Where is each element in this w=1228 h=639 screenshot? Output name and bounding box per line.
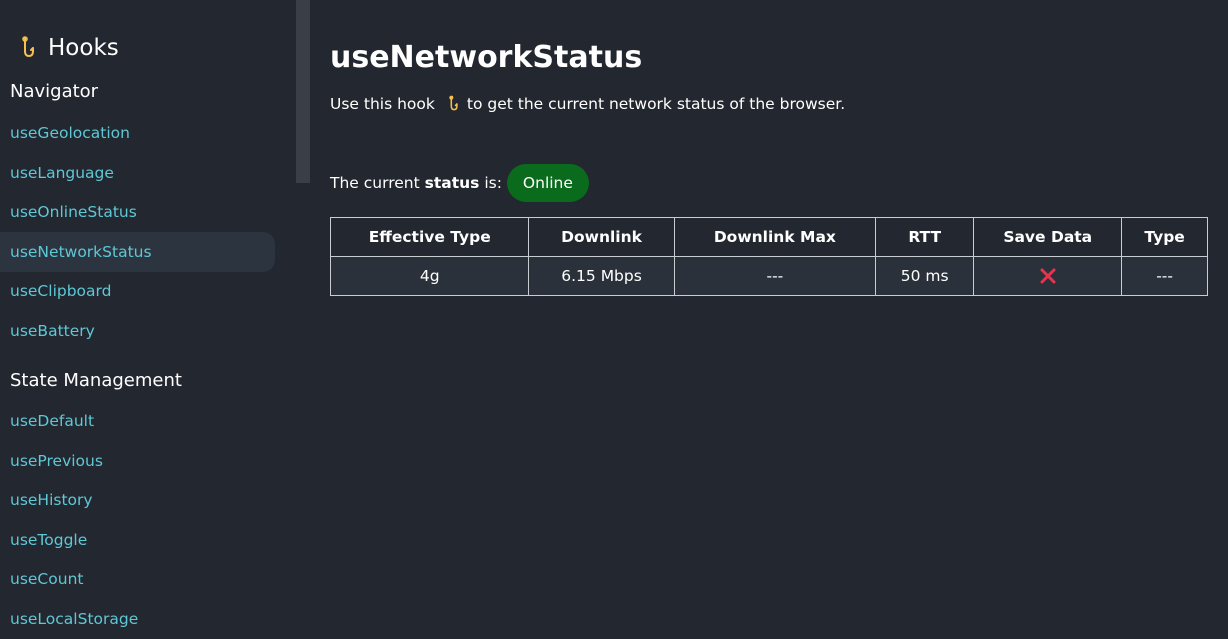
sidebar-item-usebattery[interactable]: useBattery: [0, 311, 275, 351]
cell-rtt: 50 ms: [875, 256, 975, 296]
table-row: 4g 6.15 Mbps --- 50 ms ---: [329, 256, 1208, 296]
status-line: The current status is: Online: [330, 164, 589, 202]
brand[interactable]: Hooks: [16, 33, 119, 63]
sidebar-item-useonlinestatus[interactable]: useOnlineStatus: [0, 192, 275, 232]
status-prefix: The current: [330, 174, 420, 192]
column-header-downlink-max: Downlink Max: [673, 217, 877, 257]
status-bold: status: [424, 174, 480, 192]
page-title: useNetworkStatus: [330, 40, 643, 75]
sidebar-item-usenetworkstatus[interactable]: useNetworkStatus: [0, 232, 275, 272]
column-header-rtt: RTT: [875, 217, 975, 257]
brand-title: Hooks: [48, 35, 119, 61]
description-prefix: Use this hook: [330, 95, 435, 113]
sidebar-item-uselanguage[interactable]: useLanguage: [0, 153, 275, 193]
table-header-row: Effective Type Downlink Downlink Max RTT…: [329, 217, 1208, 257]
network-status-table: Effective Type Downlink Downlink Max RTT…: [329, 217, 1208, 296]
status-suffix: is:: [484, 174, 502, 192]
column-header-effective-type: Effective Type: [329, 217, 530, 257]
sidebar-item-usedefault[interactable]: useDefault: [0, 401, 275, 441]
column-header-save-data: Save Data: [973, 217, 1123, 257]
sidebar: Hooks Navigator useGeolocation useLangua…: [0, 0, 296, 636]
page-description: Use this hook to get the current network…: [330, 95, 845, 113]
sidebar-item-usetoggle[interactable]: useToggle: [0, 520, 275, 560]
sidebar-scrollbar-thumb[interactable]: [296, 0, 310, 183]
status-badge: Online: [506, 164, 589, 202]
description-suffix: to get the current network status of the…: [466, 95, 846, 113]
sidebar-item-usegeolocation[interactable]: useGeolocation: [0, 113, 275, 153]
cell-effective-type: 4g: [329, 256, 530, 296]
section-heading-navigator: Navigator: [10, 81, 99, 102]
sidebar-item-useprevious[interactable]: usePrevious: [0, 441, 275, 481]
sidebar-item-useclipboard[interactable]: useClipboard: [0, 271, 275, 311]
hook-icon: [22, 36, 34, 58]
section-heading-state-management: State Management: [10, 370, 182, 391]
cell-downlink-max: ---: [673, 256, 877, 296]
sidebar-item-usecount[interactable]: useCount: [0, 559, 275, 599]
cell-type: ---: [1121, 256, 1208, 296]
cell-save-data: [973, 256, 1123, 296]
hook-icon: [449, 95, 458, 111]
cross-icon: [1040, 268, 1056, 284]
sidebar-item-uselocalstorage[interactable]: useLocalStorage: [0, 599, 275, 639]
cell-downlink: 6.15 Mbps: [528, 256, 675, 296]
column-header-type: Type: [1121, 217, 1208, 257]
column-header-downlink: Downlink: [528, 217, 675, 257]
sidebar-item-usehistory[interactable]: useHistory: [0, 480, 275, 520]
